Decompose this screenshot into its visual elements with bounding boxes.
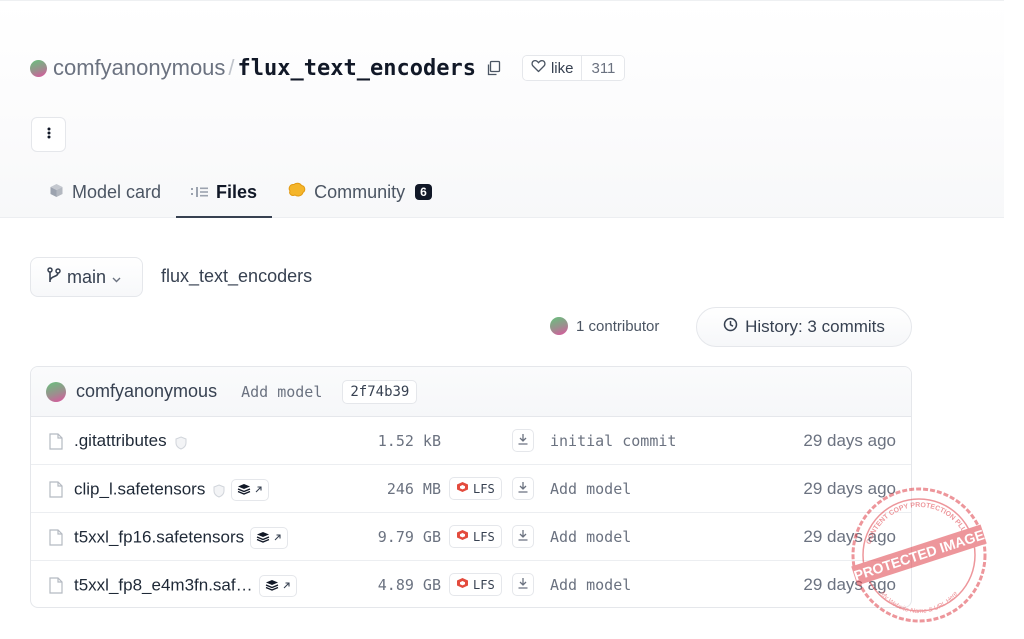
tab-files[interactable]: Files <box>176 168 273 218</box>
contributors-label: 1 contributor <box>576 317 660 335</box>
file-icon <box>49 577 63 594</box>
file-icon <box>49 433 63 450</box>
last-commit-row: comfyanonymous Add model 2f74b39 <box>31 367 911 417</box>
tab-model-card-label: Model card <box>72 181 162 202</box>
commit-author-avatar[interactable] <box>46 381 66 402</box>
lfs-label: LFS <box>473 529 495 544</box>
tab-community[interactable]: Community 6 <box>272 168 447 216</box>
lfs-icon <box>456 529 469 544</box>
lfs-badge[interactable]: LFS <box>449 525 502 548</box>
download-icon <box>517 480 529 498</box>
download-button[interactable] <box>512 429 534 452</box>
file-size: 4.89 GB <box>377 576 441 594</box>
branch-selector[interactable]: main <box>30 257 143 297</box>
contributors-link[interactable]: 1 contributor <box>550 317 659 335</box>
file-date: 29 days ago <box>803 479 896 498</box>
file-size: 246 MB <box>386 480 441 498</box>
file-name-text: clip_l.safetensors <box>74 479 206 499</box>
viewer-icon <box>265 579 279 594</box>
repo-name-link[interactable]: flux_text_encoders <box>238 56 476 81</box>
download-button[interactable] <box>512 477 534 500</box>
file-commit-message[interactable]: Add model <box>550 528 631 546</box>
lfs-badge[interactable]: LFS <box>449 477 502 500</box>
file-name-link[interactable]: t5xxl_fp8_e4m3fn.saf… <box>74 575 297 597</box>
file-name-link[interactable]: .gitattributes <box>74 431 187 451</box>
repo-tabs: Model card Files Community 6 <box>34 168 447 218</box>
like-button[interactable]: like <box>522 56 582 80</box>
lfs-label: LFS <box>473 577 495 592</box>
download-button[interactable] <box>512 525 534 548</box>
clock-icon <box>723 317 738 337</box>
shield-icon[interactable] <box>175 435 187 450</box>
breadcrumb: flux_text_encoders <box>161 266 313 286</box>
like-count[interactable]: 311 <box>581 56 625 80</box>
commit-message[interactable]: Add model <box>241 383 322 401</box>
viewer-icon <box>256 531 270 546</box>
kebab-menu-icon <box>47 126 51 144</box>
like-widget: like 311 <box>521 55 626 81</box>
file-name-text: t5xxl_fp8_e4m3fn.saf… <box>74 575 253 595</box>
file-row: t5xxl_fp16.safetensors 9.79 GB LFS Add m… <box>31 513 911 561</box>
file-date: 29 days ago <box>803 431 896 450</box>
lfs-badge[interactable]: LFS <box>449 573 502 596</box>
commit-hash[interactable]: 2f74b39 <box>342 379 418 404</box>
repo-title: comfyanonymous / flux_text_encoders like… <box>30 52 626 84</box>
file-name-text: t5xxl_fp16.safetensors <box>74 527 245 547</box>
contributor-avatar <box>550 317 568 335</box>
external-link-icon <box>254 483 263 497</box>
community-icon <box>287 182 306 203</box>
file-row: t5xxl_fp8_e4m3fn.saf… 4.89 GB LFS Add mo… <box>31 561 911 607</box>
file-name-link[interactable]: t5xxl_fp16.safetensors <box>74 527 289 549</box>
shield-icon[interactable] <box>213 483 225 498</box>
branch-label: main <box>67 266 107 287</box>
external-link-icon <box>273 531 282 545</box>
community-count-badge: 6 <box>415 184 432 200</box>
lfs-icon <box>456 577 469 592</box>
tab-community-label: Community <box>314 181 406 202</box>
download-icon <box>517 432 529 450</box>
history-button[interactable]: History: 3 commits <box>696 307 912 347</box>
file-name-link[interactable]: clip_l.safetensors <box>74 479 270 501</box>
file-viewer-button[interactable] <box>258 575 297 597</box>
file-date: 29 days ago <box>803 527 896 546</box>
file-icon <box>49 529 63 546</box>
file-name-text: .gitattributes <box>74 431 167 450</box>
external-link-icon <box>282 579 291 593</box>
file-commit-message[interactable]: Add model <box>550 576 631 594</box>
file-commit-message[interactable]: initial commit <box>550 432 676 450</box>
heart-icon <box>531 59 546 77</box>
git-branch-icon <box>47 266 61 288</box>
download-icon <box>517 528 529 546</box>
chevron-down-icon <box>112 267 121 288</box>
file-row: clip_l.safetensors 246 MB LFS Add model … <box>31 465 911 513</box>
file-size: 1.52 kB <box>377 432 441 450</box>
more-options-button[interactable] <box>31 117 66 152</box>
file-table: comfyanonymous Add model 2f74b39 .gitatt… <box>30 366 912 608</box>
file-icon <box>49 481 63 498</box>
download-icon <box>517 576 529 594</box>
files-list-icon <box>191 182 209 203</box>
file-row: .gitattributes 1.52 kB initial commit 29… <box>31 417 911 465</box>
cube-icon <box>49 182 64 203</box>
file-viewer-button[interactable] <box>250 527 289 549</box>
copy-icon[interactable] <box>486 60 502 76</box>
file-commit-message[interactable]: Add model <box>550 480 631 498</box>
lfs-label: LFS <box>473 481 495 496</box>
history-label: History: 3 commits <box>745 317 885 336</box>
repo-owner-link[interactable]: comfyanonymous <box>53 55 225 81</box>
file-date: 29 days ago <box>803 575 896 594</box>
lfs-icon <box>456 481 469 496</box>
path-separator: / <box>228 55 235 80</box>
like-label: like <box>550 59 574 77</box>
commit-author-link[interactable]: comfyanonymous <box>76 381 217 402</box>
tab-files-label: Files <box>216 181 258 202</box>
viewer-icon <box>237 483 251 498</box>
file-size: 9.79 GB <box>377 528 441 546</box>
file-viewer-button[interactable] <box>231 479 270 501</box>
owner-avatar[interactable] <box>30 59 47 77</box>
tab-model-card[interactable]: Model card <box>34 168 176 216</box>
download-button[interactable] <box>512 573 534 596</box>
